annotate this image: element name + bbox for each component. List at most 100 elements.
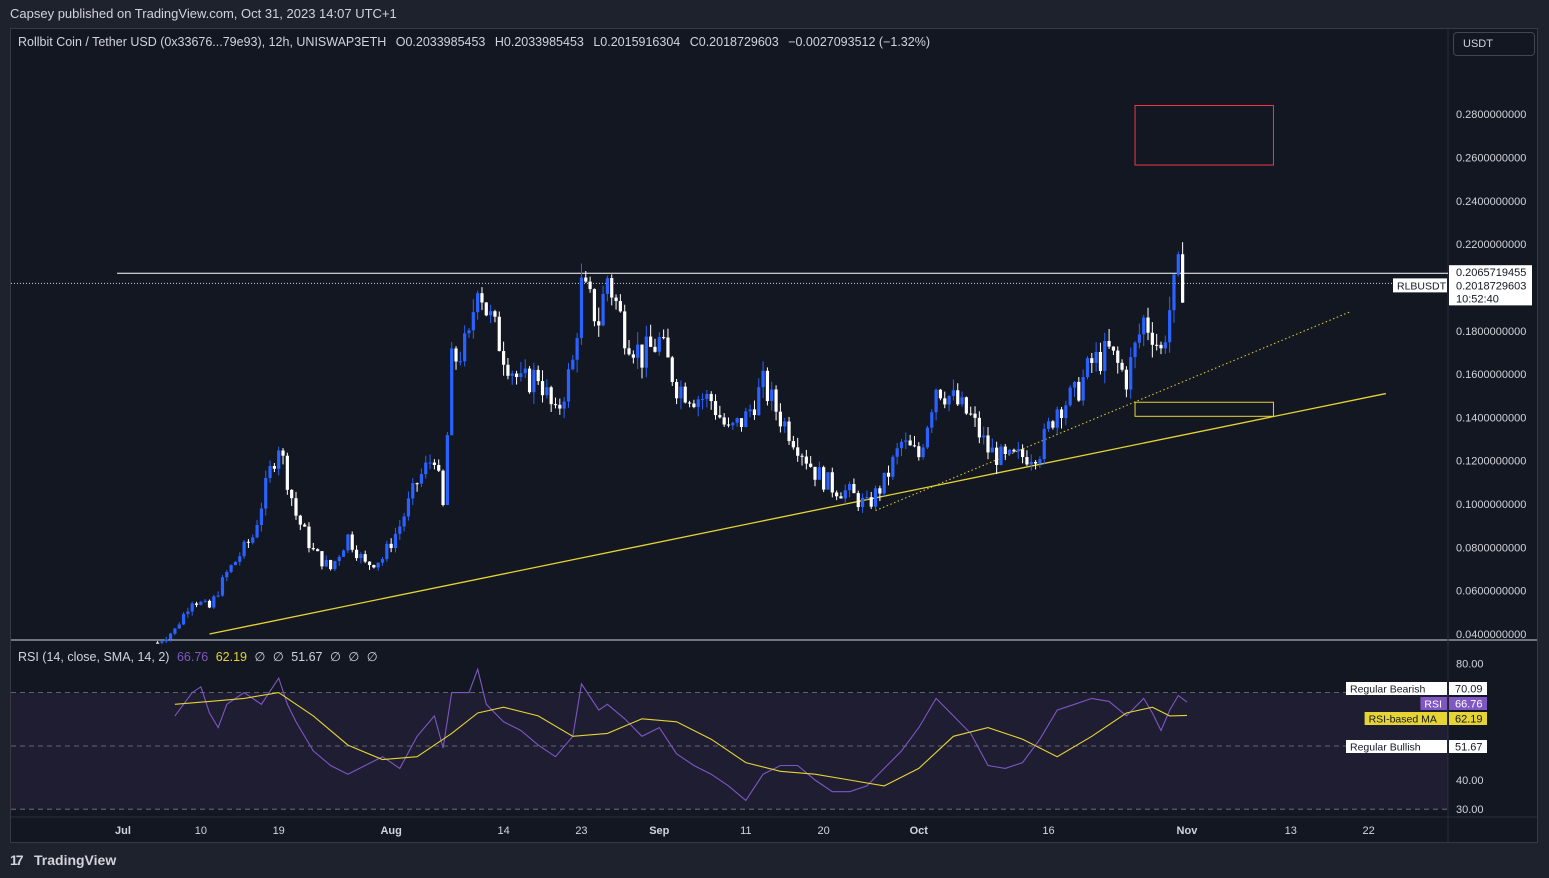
- candle-body: [216, 595, 220, 597]
- candle-body: [406, 498, 411, 517]
- candle-body: [363, 554, 367, 562]
- currency-button[interactable]: USDT: [1453, 32, 1535, 56]
- candle-body: [1012, 449, 1016, 452]
- candle: [640, 344, 644, 379]
- candle-body: [735, 418, 739, 423]
- candle: [445, 431, 449, 506]
- candle: [921, 443, 925, 460]
- candle: [765, 367, 770, 406]
- candle: [558, 398, 562, 415]
- rsi-tag: RSI: [1424, 699, 1442, 711]
- candle-body: [649, 336, 653, 347]
- time-tick-label: 16: [1042, 825, 1054, 837]
- candle-body: [1120, 362, 1124, 370]
- candle-body: [1064, 405, 1068, 419]
- candles-group[interactable]: [156, 242, 1185, 645]
- candle-body: [307, 526, 311, 549]
- rsi-mid-value: 51.67: [291, 650, 323, 664]
- candle-body: [1042, 428, 1046, 460]
- candle-body: [1033, 461, 1038, 464]
- candle-body: [943, 398, 947, 405]
- rsi-band-group: [11, 692, 1448, 810]
- candle: [761, 361, 765, 399]
- candle: [1150, 322, 1154, 358]
- zones-group[interactable]: [1134, 104, 1274, 417]
- candle-body: [964, 397, 968, 414]
- candle-body: [852, 484, 856, 494]
- candle: [1124, 366, 1128, 398]
- tradingview-logo-icon: 17: [10, 852, 24, 868]
- candle: [938, 388, 943, 401]
- candle-body: [687, 402, 692, 404]
- candle-body: [1142, 317, 1146, 335]
- candle: [908, 434, 912, 446]
- candle: [739, 418, 744, 432]
- candle: [804, 449, 808, 470]
- candle-body: [246, 541, 251, 543]
- candle: [406, 491, 411, 521]
- candle-body: [709, 394, 713, 402]
- candle: [748, 404, 752, 418]
- time-tick-label: Nov: [1177, 825, 1199, 837]
- candle-body: [739, 418, 744, 428]
- candle-body: [835, 492, 839, 497]
- candle: [251, 534, 255, 545]
- rsi-title: RSI (14, close, SMA, 14, 2): [18, 650, 170, 664]
- price-tick-label: 0.1800000000: [1456, 326, 1526, 338]
- candle: [1168, 296, 1172, 353]
- candle-body: [1111, 346, 1116, 351]
- candle: [514, 370, 519, 385]
- candle-body: [480, 293, 484, 303]
- rising-support-trendline: [209, 392, 1387, 635]
- time-tick-label: 14: [497, 825, 509, 837]
- time-tick-label: 10: [195, 825, 207, 837]
- candle-body: [908, 440, 912, 446]
- candle-body: [1003, 446, 1007, 455]
- symbol-legend[interactable]: Rollbit Coin / Tether USD (0x33676...79e…: [18, 35, 936, 49]
- candle-body: [566, 369, 571, 402]
- candle-body: [726, 424, 731, 426]
- candle-body: [164, 639, 168, 642]
- candle: [1077, 377, 1081, 402]
- candle-body: [415, 483, 419, 485]
- candle: [225, 569, 229, 582]
- candle-body: [229, 565, 233, 572]
- candle-body: [1085, 358, 1090, 378]
- candle-body: [1172, 274, 1176, 311]
- rsi-value: 66.76: [176, 650, 209, 664]
- candle: [943, 391, 947, 409]
- candle-body: [259, 508, 263, 526]
- candle: [156, 641, 160, 644]
- candle: [471, 299, 475, 339]
- candle-body: [752, 409, 757, 416]
- candle: [441, 469, 445, 507]
- candle: [1012, 448, 1016, 453]
- candle: [982, 426, 986, 445]
- candle: [1094, 341, 1098, 372]
- candle-body: [1016, 449, 1020, 452]
- candle: [713, 394, 718, 420]
- candle-body: [744, 411, 748, 428]
- tradingview-logo[interactable]: 17 TradingView: [10, 852, 116, 868]
- chart-canvas[interactable]: 0.2800000000 0.2600000000 0.2400000000 0.22…: [0, 0, 1549, 878]
- candle: [860, 493, 865, 513]
- candle-body: [718, 415, 722, 418]
- candle-body: [683, 386, 687, 403]
- candle-body: [186, 611, 190, 614]
- candle-body: [510, 373, 514, 376]
- rsi-legend[interactable]: RSI (14, close, SMA, 14, 2) 66.76 62.19 …: [18, 649, 382, 664]
- candle-body: [372, 565, 376, 568]
- candle-body: [1163, 342, 1167, 349]
- candle-body: [458, 361, 462, 363]
- candle-body: [618, 301, 622, 312]
- candle-body: [1176, 254, 1180, 275]
- candle: [623, 304, 627, 355]
- candle: [510, 370, 514, 385]
- candle-body: [272, 466, 276, 469]
- candle: [553, 397, 558, 409]
- candle: [463, 325, 467, 367]
- candle: [307, 522, 311, 553]
- rsi-na-4: ∅: [348, 650, 360, 664]
- candle-body: [1081, 377, 1085, 401]
- candle: [588, 276, 592, 293]
